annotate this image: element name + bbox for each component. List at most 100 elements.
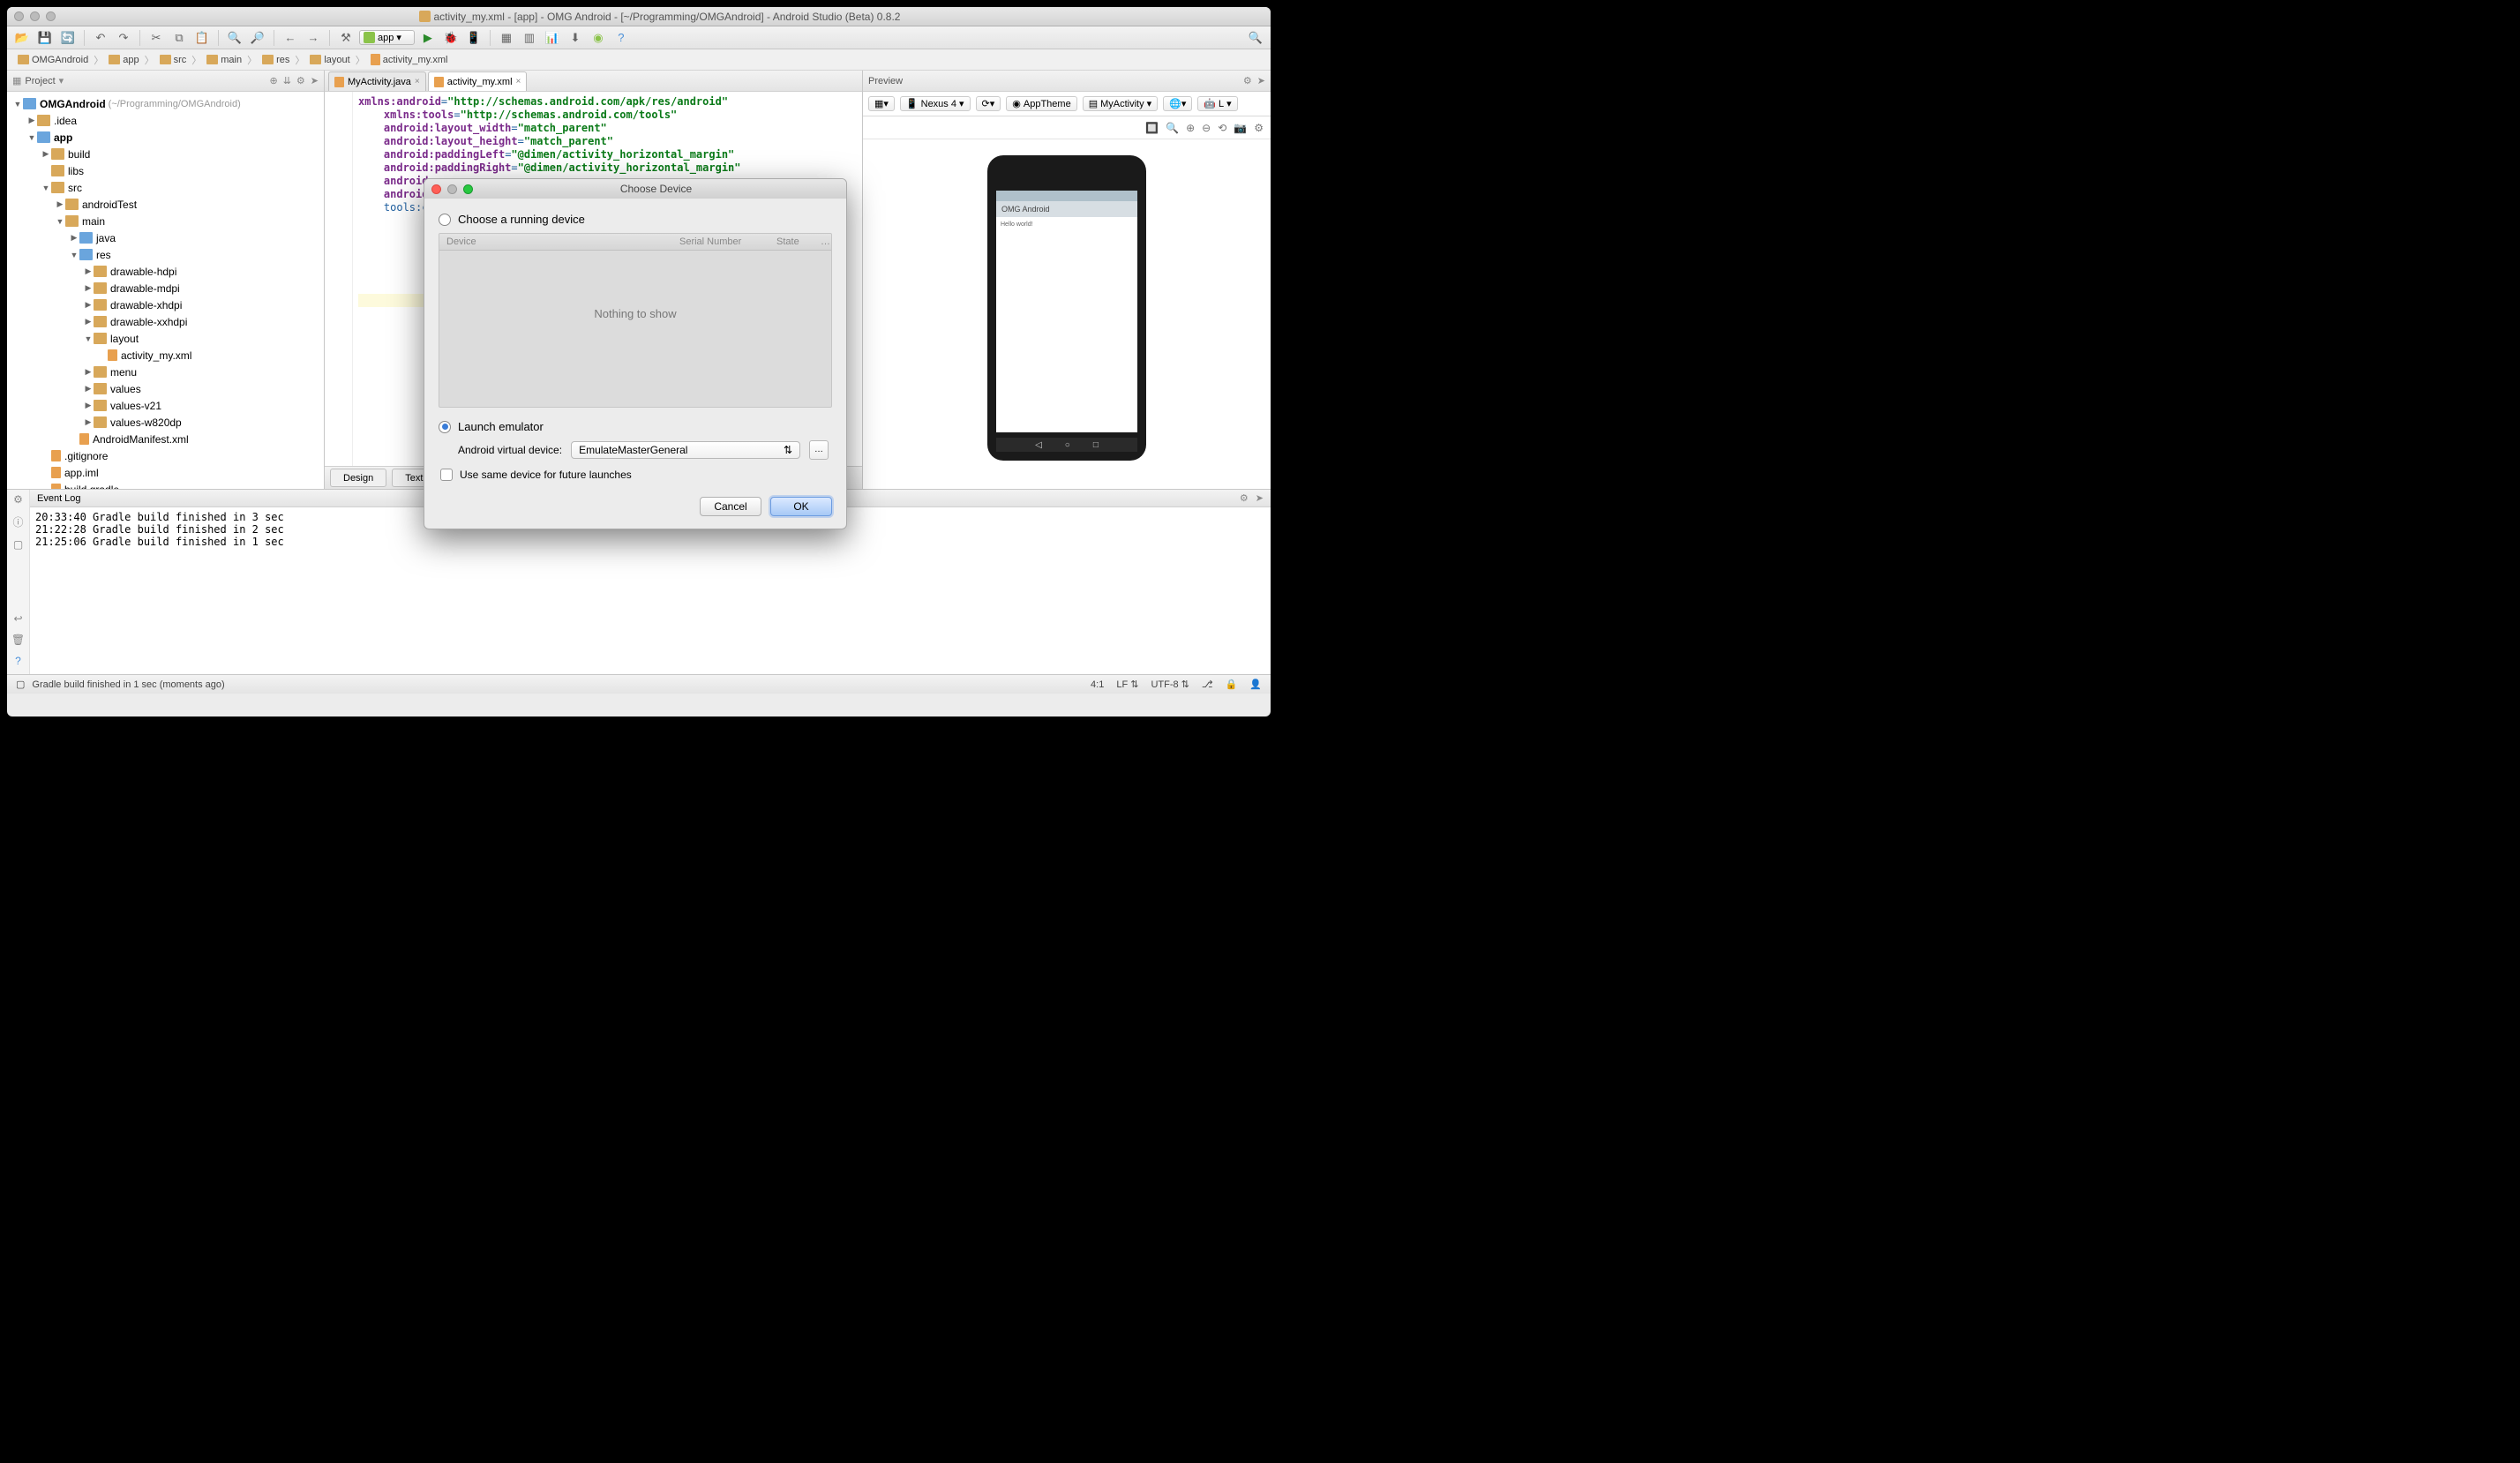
line-ending[interactable]: LF ⇅ <box>1116 679 1138 690</box>
dialog-window-controls[interactable] <box>431 184 473 194</box>
checkbox-icon[interactable] <box>440 469 453 481</box>
tree-item[interactable]: ▶drawable-hdpi <box>7 263 324 280</box>
close-icon[interactable] <box>14 11 24 21</box>
tree-root[interactable]: ▼OMGAndroid(~/Programming/OMGAndroid) <box>7 95 324 112</box>
paste-icon[interactable]: 📋 <box>192 29 212 47</box>
config-icon[interactable]: ▦▾ <box>868 96 895 111</box>
window-controls[interactable] <box>14 11 56 21</box>
gear-icon[interactable]: ⚙ <box>1240 492 1249 504</box>
tree-item[interactable]: ▶build <box>7 146 324 162</box>
zoom-fit-icon[interactable]: 🔲 <box>1145 122 1159 134</box>
radio-launch-emulator[interactable]: Launch emulator <box>439 420 832 433</box>
tree-item[interactable]: ▶drawable-mdpi <box>7 280 324 296</box>
breadcrumb-item[interactable]: app <box>105 54 142 66</box>
gear-icon[interactable]: ⚙ <box>1243 75 1252 86</box>
theme-selector[interactable]: ◉ AppTheme <box>1006 96 1076 111</box>
monitor-icon[interactable]: 📊 <box>543 29 562 47</box>
activity-selector[interactable]: ▤ MyActivity▾ <box>1083 96 1158 111</box>
sync-icon[interactable]: 🔄 <box>58 29 78 47</box>
breadcrumb-item[interactable]: src <box>156 54 191 66</box>
radio-icon[interactable] <box>439 214 451 226</box>
target-icon[interactable]: ⊕ <box>269 75 277 86</box>
breadcrumb-item[interactable]: main <box>203 54 245 66</box>
tree-item[interactable]: ▶java <box>7 229 324 246</box>
tree-item[interactable]: ▶drawable-xxhdpi <box>7 313 324 330</box>
editor-tab[interactable]: MyActivity.java× <box>328 71 426 91</box>
balloon-icon[interactable]: ▢ <box>13 538 23 551</box>
tree-item[interactable]: ▶menu <box>7 364 324 380</box>
help-icon[interactable]: ? <box>15 655 21 667</box>
avd-manager-button[interactable]: … <box>809 440 829 460</box>
tree-item[interactable]: ▶values <box>7 380 324 397</box>
tree-item[interactable]: ▶drawable-xhdpi <box>7 296 324 313</box>
breadcrumb-item[interactable]: activity_my.xml <box>367 53 452 66</box>
api-selector[interactable]: 🤖 L▾ <box>1197 96 1237 111</box>
close-icon[interactable] <box>431 184 441 194</box>
tree-item[interactable]: ▶values-v21 <box>7 397 324 414</box>
forward-icon[interactable]: → <box>304 29 323 47</box>
zoom-out-icon[interactable]: ⊖ <box>1202 122 1211 134</box>
make-icon[interactable]: ⚒ <box>336 29 356 47</box>
lock-icon[interactable]: 🔒 <box>1226 679 1238 690</box>
sdk-icon[interactable]: ▥ <box>520 29 539 47</box>
cancel-button[interactable]: Cancel <box>700 497 761 516</box>
minimize-icon[interactable] <box>30 11 40 21</box>
tree-item[interactable]: AndroidManifest.xml <box>7 431 324 447</box>
cut-icon[interactable]: ✂ <box>146 29 166 47</box>
radio-running-device[interactable]: Choose a running device <box>439 213 832 226</box>
collapse-icon[interactable]: ⇊ <box>283 75 291 86</box>
zoom-in-icon[interactable]: ⊕ <box>1186 122 1195 134</box>
back-icon[interactable]: ← <box>281 29 300 47</box>
editor-tab[interactable]: activity_my.xml× <box>428 71 528 91</box>
search-icon[interactable]: 🔍 <box>1246 29 1265 47</box>
hide-icon[interactable]: ➤ <box>311 75 319 86</box>
radio-icon[interactable] <box>439 421 451 433</box>
tree-item[interactable]: ▶values-w820dp <box>7 414 324 431</box>
tree-item[interactable]: ▼src <box>7 179 324 196</box>
refresh-icon[interactable]: ⟲ <box>1218 122 1226 134</box>
orientation-icon[interactable]: ⟳▾ <box>976 96 1001 111</box>
locale-icon[interactable]: 🌐▾ <box>1163 96 1192 111</box>
filter-icon[interactable]: ⚙ <box>13 493 23 506</box>
encoding[interactable]: UTF-8 ⇅ <box>1151 679 1189 690</box>
hector-icon[interactable]: 👤 <box>1249 679 1262 690</box>
tree-item[interactable]: libs <box>7 162 324 179</box>
close-icon[interactable]: × <box>516 77 521 86</box>
device-selector[interactable]: 📱 Nexus 4▾ <box>900 96 971 111</box>
caret-position[interactable]: 4:1 <box>1091 679 1104 690</box>
hide-icon[interactable]: ➤ <box>1256 492 1264 504</box>
ddms-icon[interactable]: ⬇ <box>566 29 585 47</box>
wrap-icon[interactable]: ↩ <box>13 612 22 625</box>
zoom-actual-icon[interactable]: 🔍 <box>1166 122 1179 134</box>
run-config-selector[interactable]: app ▾ <box>359 30 415 45</box>
undo-icon[interactable]: ↶ <box>91 29 110 47</box>
zoom-icon[interactable] <box>46 11 56 21</box>
find-icon[interactable]: 🔍 <box>225 29 244 47</box>
open-icon[interactable]: 📂 <box>12 29 32 47</box>
design-tab[interactable]: Design <box>330 469 386 487</box>
copy-icon[interactable]: ⧉ <box>169 29 189 47</box>
tree-item[interactable]: activity_my.xml <box>7 347 324 364</box>
tree-item[interactable]: build.gradle <box>7 481 324 489</box>
info-icon[interactable]: ⓘ <box>12 514 23 529</box>
avd-icon[interactable]: ▦ <box>497 29 516 47</box>
save-icon[interactable]: 💾 <box>35 29 55 47</box>
run-icon[interactable]: ▶ <box>418 29 438 47</box>
screenshot-icon[interactable]: 📷 <box>1234 122 1247 134</box>
zoom-icon[interactable] <box>463 184 473 194</box>
gear-icon[interactable]: ⚙ <box>296 75 305 86</box>
debug-icon[interactable]: 🐞 <box>441 29 461 47</box>
settings-icon[interactable]: ⚙ <box>1254 122 1264 134</box>
project-tree[interactable]: ▼OMGAndroid(~/Programming/OMGAndroid) ▶.… <box>7 92 324 489</box>
checkbox-same-device[interactable]: Use same device for future launches <box>440 469 832 481</box>
tree-item[interactable]: ▼res <box>7 246 324 263</box>
tree-item[interactable]: app.iml <box>7 464 324 481</box>
replace-icon[interactable]: 🔎 <box>248 29 267 47</box>
tree-item[interactable]: ▼layout <box>7 330 324 347</box>
tree-item[interactable]: ▼app <box>7 129 324 146</box>
clear-icon[interactable]: 🗑 <box>11 634 25 646</box>
close-icon[interactable]: × <box>415 77 420 86</box>
git-icon[interactable]: ⎇ <box>1202 679 1213 690</box>
breadcrumb-item[interactable]: layout <box>306 54 353 66</box>
breadcrumb-item[interactable]: OMGAndroid <box>14 54 92 66</box>
